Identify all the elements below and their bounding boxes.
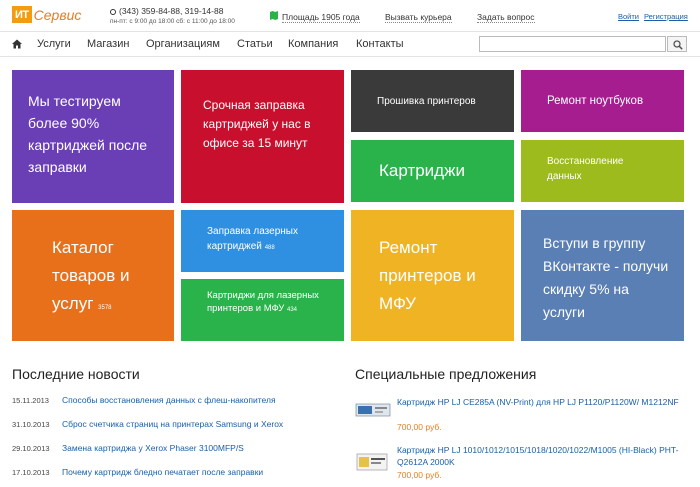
news-link[interactable]: Почему картридж бледно печатает после за… bbox=[62, 467, 263, 477]
offer-title[interactable]: Картридж HP LJ CE285A (NV-Print) для HP … bbox=[397, 396, 697, 408]
cartridge-image[interactable] bbox=[355, 450, 391, 474]
offers-title: Специальные предложения bbox=[355, 366, 537, 382]
tile-vk-group[interactable]: Вступи в группу ВКонтакте - получи скидк… bbox=[521, 210, 684, 341]
nav-item-services[interactable]: Услуги bbox=[37, 38, 71, 50]
login-link[interactable]: Войти bbox=[618, 12, 639, 21]
nav-item-company[interactable]: Компания bbox=[288, 38, 338, 50]
nav-item-organizations[interactable]: Организациям bbox=[146, 38, 220, 50]
news-date: 17.10.2013 bbox=[12, 468, 50, 477]
news-item: 31.10.2013 Сброс счетчика страниц на прин… bbox=[12, 419, 283, 433]
main-nav: Услуги Магазин Организациям Статьи Компа… bbox=[0, 31, 700, 57]
tile-printer-firmware-text: Прошивка принтеров bbox=[377, 95, 476, 107]
tile-data-recovery[interactable]: Восстановление данных bbox=[521, 140, 684, 202]
tile-cartridges[interactable]: Картриджи bbox=[351, 140, 514, 202]
news-link[interactable]: Способы восстановления данных с флеш-нак… bbox=[62, 395, 276, 405]
tile-urgent-refill[interactable]: Срочная заправка картриджей у нас в офис… bbox=[181, 70, 344, 203]
nav-item-contacts[interactable]: Контакты bbox=[356, 38, 404, 50]
tile-laser-cartridges-text: Картриджи для лазерных принтеров и МФУ bbox=[207, 290, 319, 314]
tile-catalog[interactable]: Каталог товаров и услуг 3578 bbox=[12, 210, 174, 341]
tile-laptop-repair-text: Ремонт ноутбуков bbox=[547, 95, 644, 107]
address-link[interactable]: Площадь 1905 года bbox=[282, 12, 360, 23]
search-icon bbox=[673, 40, 683, 50]
news-item: 29.10.2013 Замена картриджа у Xerox Phase… bbox=[12, 443, 244, 457]
tile-laser-refill[interactable]: Заправка лазерных картриджей 488 bbox=[181, 210, 344, 272]
tile-printer-repair[interactable]: Ремонт принтеров и МФУ bbox=[351, 210, 514, 341]
phone-block: (343) 359-84-88, 319-14-88 пн-пт: с 9:00… bbox=[110, 7, 235, 26]
news-date: 29.10.2013 bbox=[12, 444, 50, 453]
search-input[interactable] bbox=[479, 36, 666, 52]
tile-laser-cartridges-count: 434 bbox=[287, 307, 298, 313]
logo-box: ИТ bbox=[12, 6, 32, 23]
offer-price: 700,00 руб. bbox=[397, 422, 442, 432]
offer-item: Картридж HP LJ 1010/1012/1015/1018/1020/… bbox=[355, 444, 695, 484]
home-icon[interactable] bbox=[12, 39, 22, 49]
tile-printer-repair-text: Ремонт принтеров и МФУ bbox=[379, 238, 476, 313]
phone-number: (343) 359-84-88, 319-14-88 bbox=[119, 6, 224, 16]
tile-testing[interactable]: Мы тестируем более 90% картриджей после … bbox=[12, 70, 174, 203]
news-date: 15.11.2013 bbox=[12, 396, 49, 405]
news-item: 17.10.2013 Почему картридж бледно печатае… bbox=[12, 467, 263, 481]
news-item: 15.11.2013 Способы восстановления данных … bbox=[12, 395, 276, 409]
tile-cartridges-text: Картриджи bbox=[379, 161, 465, 180]
tile-vk-group-text: Вступи в группу ВКонтакте - получи скидк… bbox=[543, 235, 669, 320]
courier-link[interactable]: Вызвать курьера bbox=[385, 12, 452, 23]
map-marker-icon bbox=[270, 11, 278, 20]
logo-text: Сервис bbox=[33, 6, 82, 23]
tile-printer-firmware[interactable]: Прошивка принтеров bbox=[351, 70, 514, 132]
working-hours: пн-пт: с 9:00 до 18:00 сб: с 11:00 до 18… bbox=[110, 18, 235, 25]
news-link[interactable]: Сброс счетчика страниц на принтерах Sams… bbox=[62, 419, 283, 429]
top-bar: ИТ Сервис (343) 359-84-88, 319-14-88 пн-… bbox=[0, 0, 700, 30]
offer-title[interactable]: Картридж HP LJ 1010/1012/1015/1018/1020/… bbox=[397, 444, 697, 468]
phone-icon bbox=[110, 8, 116, 15]
news-link[interactable]: Замена картриджа у Xerox Phaser 3100MFP/… bbox=[62, 443, 244, 453]
tile-laser-refill-text: Заправка лазерных картриджей bbox=[207, 226, 298, 252]
news-title: Последние новости bbox=[12, 366, 140, 382]
nav-item-articles[interactable]: Статьи bbox=[237, 38, 273, 50]
nav-item-shop[interactable]: Магазин bbox=[87, 38, 129, 50]
logo[interactable]: ИТ Сервис bbox=[12, 6, 81, 23]
tile-urgent-refill-text: Срочная заправка картриджей у нас в офис… bbox=[203, 98, 311, 150]
news-date: 31.10.2013 bbox=[12, 420, 50, 429]
tile-data-recovery-text: Восстановление данных bbox=[547, 156, 624, 182]
tile-laser-refill-count: 488 bbox=[264, 245, 275, 251]
tile-catalog-text: Каталог товаров и услуг bbox=[52, 238, 130, 313]
question-link[interactable]: Задать вопрос bbox=[477, 12, 535, 23]
cartridge-image[interactable] bbox=[355, 398, 391, 422]
offer-item: Картридж HP LJ CE285A (NV-Print) для HP … bbox=[355, 396, 695, 436]
register-link[interactable]: Регистрация bbox=[644, 12, 688, 21]
offer-price: 700,00 руб. bbox=[397, 470, 442, 480]
tile-laser-cartridges[interactable]: Картриджи для лазерных принтеров и МФУ 4… bbox=[181, 279, 344, 341]
tile-laptop-repair[interactable]: Ремонт ноутбуков bbox=[521, 70, 684, 132]
tile-testing-text: Мы тестируем более 90% картриджей после … bbox=[28, 93, 148, 175]
search-button[interactable] bbox=[667, 36, 687, 52]
tile-catalog-count: 3578 bbox=[98, 305, 112, 311]
